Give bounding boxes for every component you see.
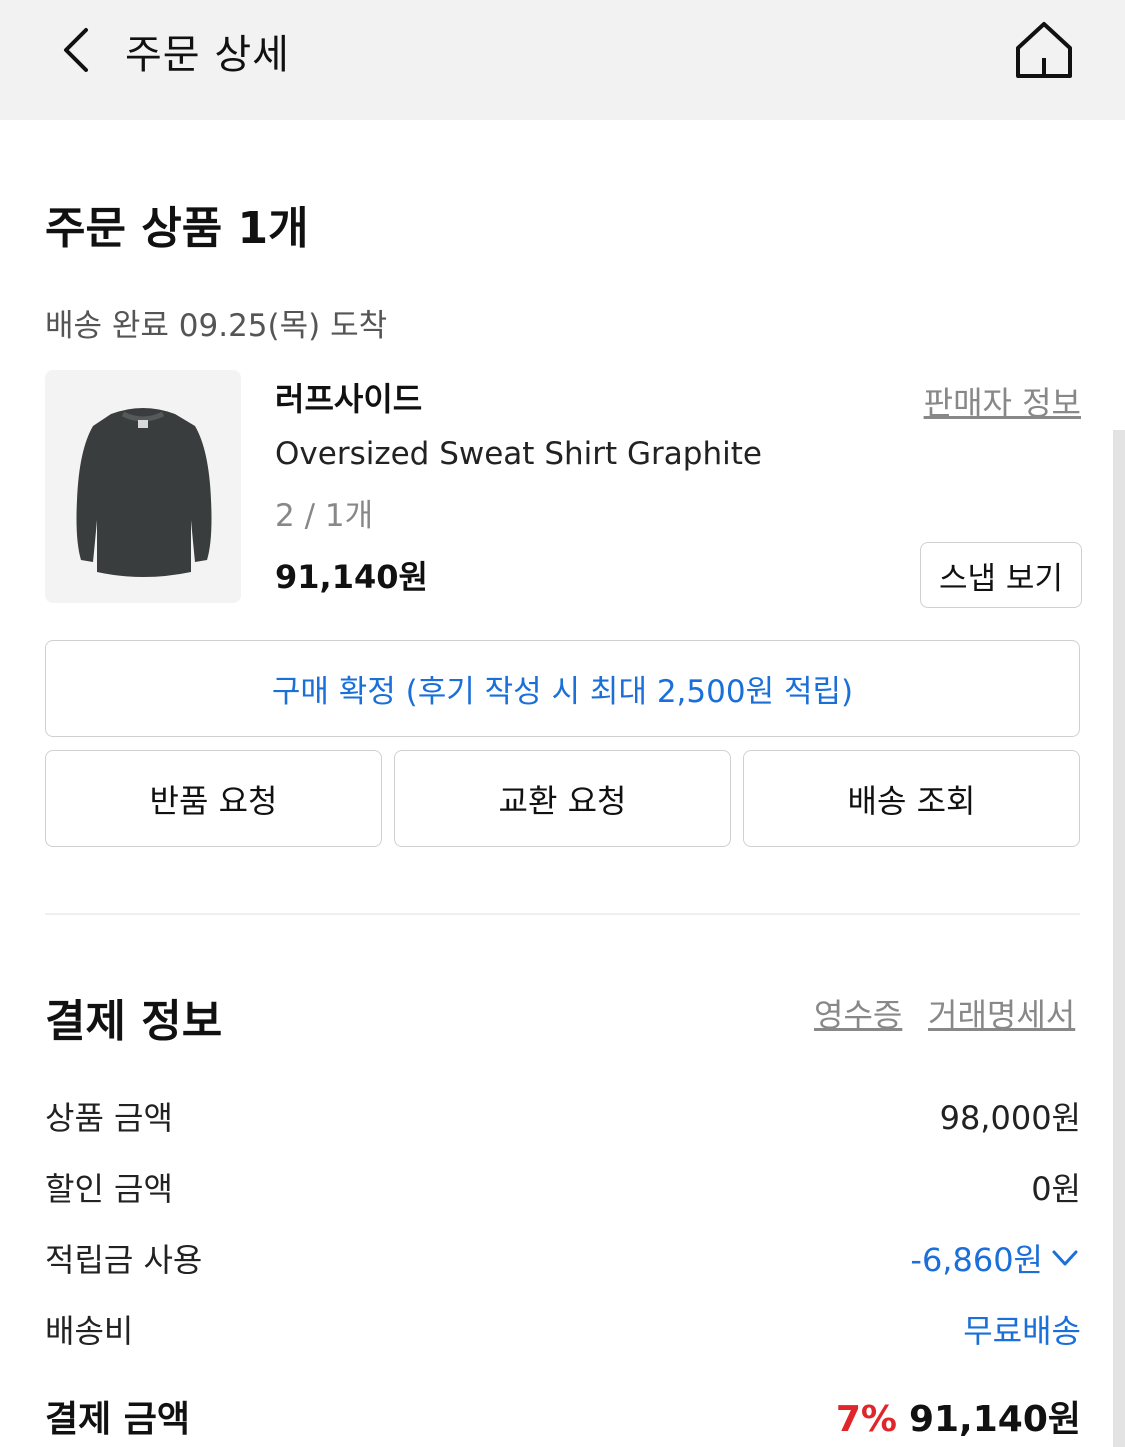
product-price: 91,140원 [275,558,428,596]
seller-info-link[interactable]: 판매자 정보 [924,378,1081,424]
brand-name[interactable]: 러프사이드 [275,374,422,420]
order-items-title: 주문 상품 1개 [45,203,309,254]
shipping-fee-value: 무료배송 [963,1312,1081,1350]
top-app-bar: 주문 상세 [0,0,1125,120]
product-name[interactable]: Oversized Sweat Shirt Graphite [275,436,762,472]
product-amount-label: 상품 금액 [45,1099,173,1137]
product-image[interactable] [45,370,241,603]
snap-view-button[interactable]: 스냅 보기 [920,542,1082,608]
total-amount-label: 결제 금액 [45,1399,191,1440]
page-title: 주문 상세 [125,32,290,78]
return-request-button[interactable]: 반품 요청 [45,750,382,847]
transaction-statement-link[interactable]: 거래명세서 [928,990,1075,1036]
product-amount-value: 98,000원 [939,1099,1081,1137]
chevron-left-icon [64,28,88,72]
section-divider [45,913,1080,915]
total-amount-value: 91,140원 [908,1399,1081,1440]
total-amount: 7% 91,140원 [836,1390,1081,1442]
payment-info-title: 결제 정보 [45,996,223,1047]
delivery-status: 배송 완료 09.25(목) 도착 [45,308,388,344]
sweatshirt-image [76,408,212,577]
receipt-link[interactable]: 영수증 [814,990,902,1036]
scrollbar[interactable] [1113,430,1125,1447]
home-button[interactable] [1012,18,1076,82]
points-used-value: -6,860원 [910,1241,1043,1279]
chevron-down-icon [1052,1250,1078,1266]
discount-rate: 7% [835,1399,897,1440]
purchase-confirm-button[interactable]: 구매 확정 (후기 작성 시 최대 2,500원 적립) [45,640,1080,737]
discount-amount-value: 0원 [1031,1170,1081,1208]
discount-amount-label: 할인 금액 [45,1170,173,1208]
points-used-label: 적립금 사용 [45,1241,203,1279]
shipping-fee-label: 배송비 [45,1312,134,1350]
points-used-toggle[interactable]: -6,860원 [910,1235,1081,1281]
exchange-request-button[interactable]: 교환 요청 [394,750,731,847]
delivery-tracking-button[interactable]: 배송 조회 [743,750,1080,847]
product-option: 2 / 1개 [275,498,374,534]
home-icon [1016,22,1072,78]
back-button[interactable] [56,24,100,76]
